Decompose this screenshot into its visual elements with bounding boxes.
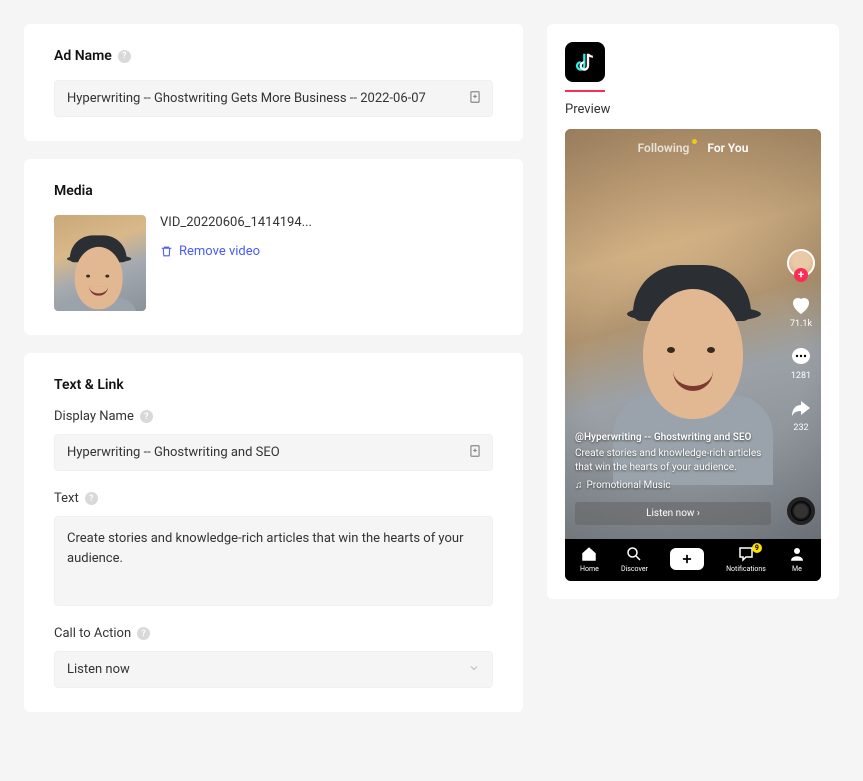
share-icon [789,397,813,421]
preview-caption: Create stories and knowledge-rich articl… [575,447,771,475]
media-thumbnail[interactable] [54,215,146,311]
text-label: Text ? [54,491,493,506]
media-card: Media VID_20220606_1414194... Remove vid… [24,159,523,335]
cta-value: Listen now [67,662,130,677]
preview-handle[interactable]: @Hyperwriting -- Ghostwriting and SEO [575,431,771,445]
comment-icon [789,345,813,369]
side-rail: 71.1k 1281 232 [787,249,815,433]
feed-surface: Following For You 71.1k [565,129,821,539]
like-count: 71.1k [790,319,812,329]
preview-card: Preview Following For You 71.1k [547,24,839,599]
display-name-input[interactable]: Hyperwriting -- Ghostwriting and SEO [54,434,493,471]
text-link-card: Text & Link Display Name ? Hyperwriting … [24,353,523,712]
nav-notifications-label: Notifications [726,565,766,573]
display-name-label-text: Display Name [54,409,134,424]
heart-icon [789,293,813,317]
media-label-text: Media [54,183,93,199]
preview-label: Preview [565,102,821,117]
music-note-icon: ♫ [575,479,583,493]
music-disc-icon[interactable] [787,497,815,525]
phone-preview: Following For You 71.1k [565,129,821,581]
share-count: 232 [793,423,808,433]
media-label: Media [54,183,493,199]
ad-text-textarea[interactable]: Create stories and knowledge-rich articl… [54,516,493,606]
display-name-label: Display Name ? [54,409,493,424]
search-icon [625,545,643,563]
ad-text-value: Create stories and knowledge-rich articl… [67,531,463,566]
trash-icon [160,245,173,258]
tab-following[interactable]: Following [638,141,690,155]
nav-notifications[interactable]: 9 Notifications [726,545,766,573]
caption-overlay: @Hyperwriting -- Ghostwriting and SEO Cr… [575,431,771,493]
text-link-label-text: Text & Link [54,377,124,393]
cta-label: Call to Action ? [54,626,493,641]
preview-cta-button[interactable]: Listen now › [575,502,771,525]
like-button[interactable]: 71.1k [789,293,813,329]
nav-me[interactable]: Me [788,545,806,573]
logo-underline [565,90,605,92]
preview-music-text: Promotional Music [587,479,671,493]
comment-count: 1281 [791,371,811,381]
tiktok-logo-icon [565,42,605,82]
ad-name-value: Hyperwriting -- Ghostwriting Gets More B… [67,91,426,106]
tab-for-you[interactable]: For You [707,141,748,155]
template-icon[interactable] [468,444,482,462]
ad-name-card: Ad Name ? Hyperwriting -- Ghostwriting G… [24,24,523,141]
notification-badge: 9 [752,543,762,553]
ad-name-input[interactable]: Hyperwriting -- Ghostwriting Gets More B… [54,80,493,117]
text-link-label: Text & Link [54,377,493,393]
preview-music[interactable]: ♫ Promotional Music [575,479,771,493]
remove-video-label: Remove video [179,244,260,259]
cta-label-text: Call to Action [54,626,131,641]
ad-name-label-text: Ad Name [54,48,112,64]
media-filename: VID_20220606_1414194... [160,215,312,230]
share-button[interactable]: 232 [789,397,813,433]
bottom-nav: Home Discover 9 Notifications [565,539,821,581]
nav-create-button[interactable] [670,548,704,570]
remove-video-button[interactable]: Remove video [160,244,312,259]
nav-discover[interactable]: Discover [621,545,648,573]
nav-discover-label: Discover [621,565,648,573]
text-label-text: Text [54,491,79,506]
chevron-down-icon [468,662,480,678]
person-icon [788,545,806,563]
profile-avatar[interactable] [787,249,815,277]
nav-home-label: Home [580,565,599,573]
cta-select[interactable]: Listen now [54,651,493,688]
plus-icon [680,552,694,566]
ad-name-label: Ad Name ? [54,48,493,64]
help-icon[interactable]: ? [85,492,98,505]
display-name-value: Hyperwriting -- Ghostwriting and SEO [67,445,280,460]
home-icon [580,545,598,563]
nav-me-label: Me [792,565,802,573]
template-icon[interactable] [468,90,482,108]
help-icon[interactable]: ? [137,627,150,640]
help-icon[interactable]: ? [118,50,131,63]
video-person [623,255,763,445]
nav-home[interactable]: Home [580,545,599,573]
comment-button[interactable]: 1281 [789,345,813,381]
help-icon[interactable]: ? [140,410,153,423]
